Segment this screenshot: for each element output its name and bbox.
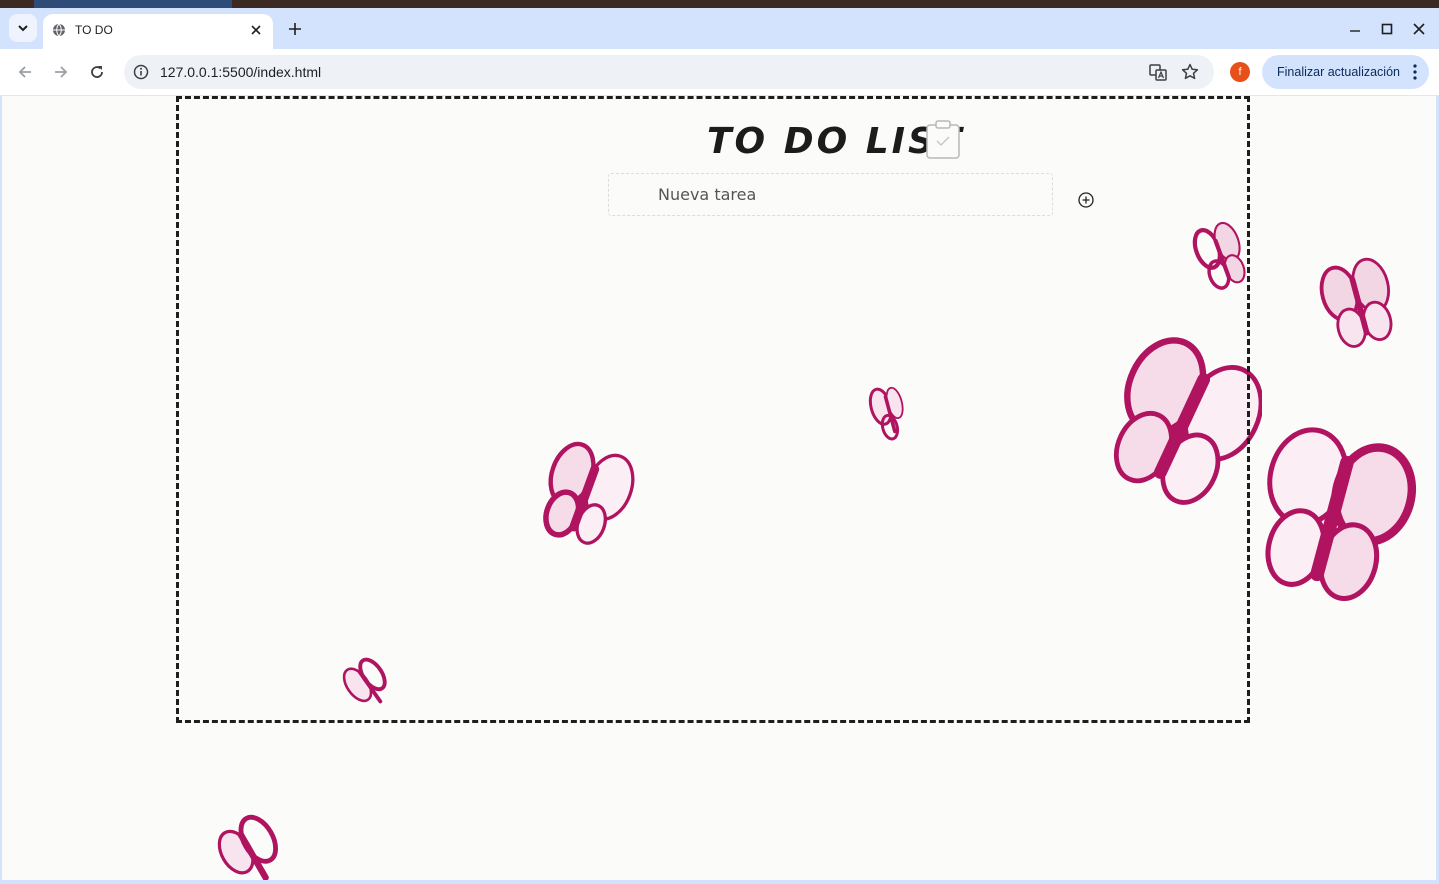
tab-active[interactable]: TO DO [43, 14, 273, 49]
chevron-down-icon [18, 25, 28, 32]
address-bar[interactable]: 127.0.0.1:5500/index.html [124, 55, 1214, 89]
clipboard-check-icon [926, 120, 960, 159]
arrow-left-icon [18, 66, 31, 78]
close-window-button[interactable] [1410, 20, 1428, 38]
maximize-icon [1381, 23, 1393, 35]
update-button[interactable]: Finalizar actualización [1262, 55, 1429, 89]
more-vert-icon[interactable] [1413, 64, 1417, 80]
tab-strip: TO DO [0, 8, 1439, 49]
globe-icon [53, 23, 65, 37]
butterfly-icon [1319, 257, 1393, 348]
butterfly-icon [217, 814, 278, 880]
add-circle-icon [1078, 192, 1094, 208]
butterfly-icon [1265, 427, 1417, 602]
taskbar-item[interactable] [34, 0, 232, 8]
minimize-icon [1350, 30, 1360, 32]
close-icon [251, 25, 261, 35]
back-button[interactable] [13, 60, 37, 84]
minimize-button[interactable] [1346, 20, 1364, 38]
translate-icon[interactable] [1148, 62, 1168, 82]
plus-icon [289, 23, 301, 35]
tab-close-button[interactable] [247, 21, 265, 39]
maximize-button[interactable] [1378, 20, 1396, 38]
close-icon [1413, 23, 1425, 35]
window-border-bottom [0, 880, 1439, 884]
reload-icon [91, 66, 103, 78]
new-tab-button[interactable] [284, 18, 306, 40]
page-viewport: TO DO LIST [2, 96, 1436, 880]
new-task-input[interactable] [608, 173, 1053, 216]
forward-button[interactable] [49, 60, 73, 84]
add-task-button[interactable] [1076, 190, 1096, 210]
browser-toolbar: 127.0.0.1:5500/index.html f Finalizar ac… [0, 49, 1439, 96]
update-label: Finalizar actualización [1277, 65, 1400, 79]
window-border-left [0, 96, 2, 884]
profile-avatar[interactable]: f [1230, 62, 1250, 82]
os-taskbar-strip [0, 0, 1439, 8]
tab-search-button[interactable] [9, 14, 37, 42]
tab-title: TO DO [75, 23, 113, 37]
todo-container: TO DO LIST [176, 96, 1250, 723]
arrow-right-icon [55, 66, 68, 78]
reload-button[interactable] [85, 60, 109, 84]
info-icon[interactable] [133, 64, 149, 80]
bookmark-star-icon[interactable] [1180, 62, 1200, 82]
url-text[interactable]: 127.0.0.1:5500/index.html [160, 64, 321, 80]
